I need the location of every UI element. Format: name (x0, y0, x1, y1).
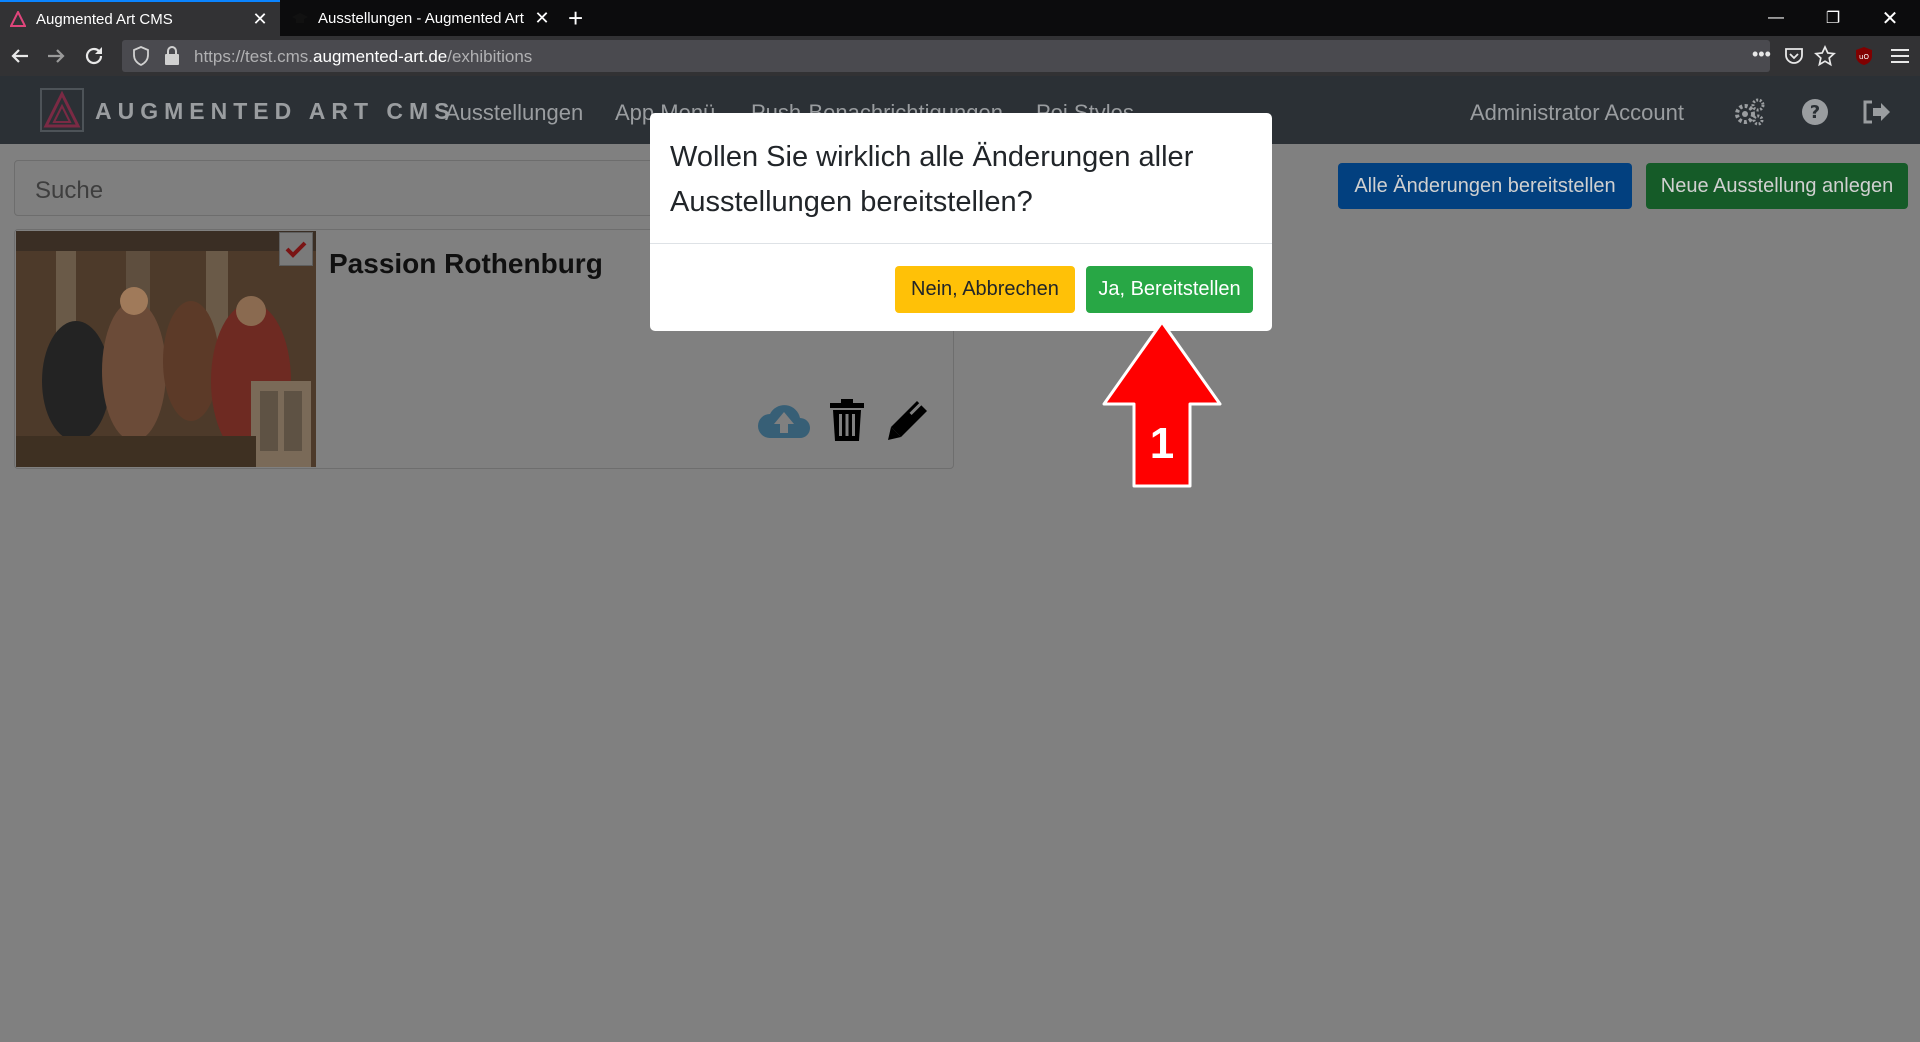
brand-title[interactable]: AUGMENTED ART CMS (95, 98, 456, 125)
augmented-art-favicon-icon (10, 11, 26, 27)
browser-navigation-bar: https://test.cms.augmented-art.de/exhibi… (0, 36, 1920, 76)
dialog-divider (650, 243, 1272, 244)
restore-icon[interactable]: ❐ (1805, 0, 1861, 36)
checkmark-icon[interactable] (279, 232, 313, 266)
url-bar[interactable]: https://test.cms.augmented-art.de/exhibi… (122, 40, 1836, 72)
tab-ausstellungen[interactable]: Ausstellungen - Augmented Art ✕ (282, 0, 562, 36)
nav-ausstellungen[interactable]: Ausstellungen (445, 100, 583, 126)
nav-administrator-account[interactable]: Administrator Account (1470, 100, 1684, 126)
lock-icon[interactable] (164, 46, 180, 71)
bookmark-star-icon[interactable] (1814, 44, 1836, 72)
cancel-button[interactable]: Nein, Abbrechen (895, 266, 1075, 313)
minimize-icon[interactable]: — (1748, 0, 1804, 36)
tab-title: Augmented Art CMS (36, 10, 173, 28)
trash-icon[interactable] (827, 396, 867, 444)
exhibition-title[interactable]: Passion Rothenburg (329, 248, 603, 280)
new-exhibition-button[interactable]: Neue Ausstellung anlegen (1646, 163, 1908, 209)
exhibition-thumbnail[interactable] (16, 231, 316, 467)
svg-text:?: ? (1810, 102, 1820, 123)
close-tab-icon[interactable]: ✕ (532, 8, 552, 29)
hamburger-menu-icon[interactable] (1886, 42, 1914, 70)
ublock-icon[interactable]: uO (1850, 42, 1878, 70)
back-icon[interactable] (6, 42, 34, 70)
close-window-icon[interactable]: ✕ (1862, 0, 1918, 36)
tab-augmented-art-cms[interactable]: Augmented Art CMS ✕ (0, 0, 280, 36)
help-icon[interactable]: ? (1799, 96, 1831, 128)
augmented-art-logo-icon[interactable] (40, 88, 84, 132)
close-tab-icon[interactable]: ✕ (250, 9, 270, 30)
tab-title: Ausstellungen - Augmented Art (318, 9, 524, 27)
annotation-arrow: 1 (1100, 320, 1224, 490)
url-text: https://test.cms.augmented-art.de/exhibi… (194, 47, 533, 66)
svg-text:uO: uO (1859, 53, 1869, 61)
confirm-deploy-button[interactable]: Ja, Bereitstellen (1086, 266, 1253, 313)
search-placeholder: Suche (35, 177, 104, 204)
graduation-cap-icon (292, 10, 308, 26)
confirmation-dialog: Wollen Sie wirklich alle Änderungen alle… (650, 113, 1272, 331)
browser-tab-bar: Augmented Art CMS ✕ Ausstellungen - Augm… (0, 0, 1920, 36)
settings-gears-icon[interactable] (1733, 96, 1765, 128)
forward-icon[interactable] (42, 42, 70, 70)
page-actions-icon[interactable]: ••• (1752, 44, 1771, 65)
logout-icon[interactable] (1860, 96, 1892, 128)
pocket-icon[interactable] (1784, 46, 1804, 71)
cloud-upload-icon[interactable] (755, 396, 813, 444)
tracking-shield-icon[interactable] (132, 46, 150, 71)
dialog-question: Wollen Sie wirklich alle Änderungen alle… (670, 141, 1194, 218)
reload-icon[interactable] (80, 42, 108, 70)
annotation-number: 1 (1150, 419, 1174, 468)
edit-pencil-icon[interactable] (885, 396, 931, 444)
new-tab-button[interactable]: + (568, 3, 583, 33)
deploy-all-changes-button[interactable]: Alle Änderungen bereitstellen (1338, 163, 1632, 209)
